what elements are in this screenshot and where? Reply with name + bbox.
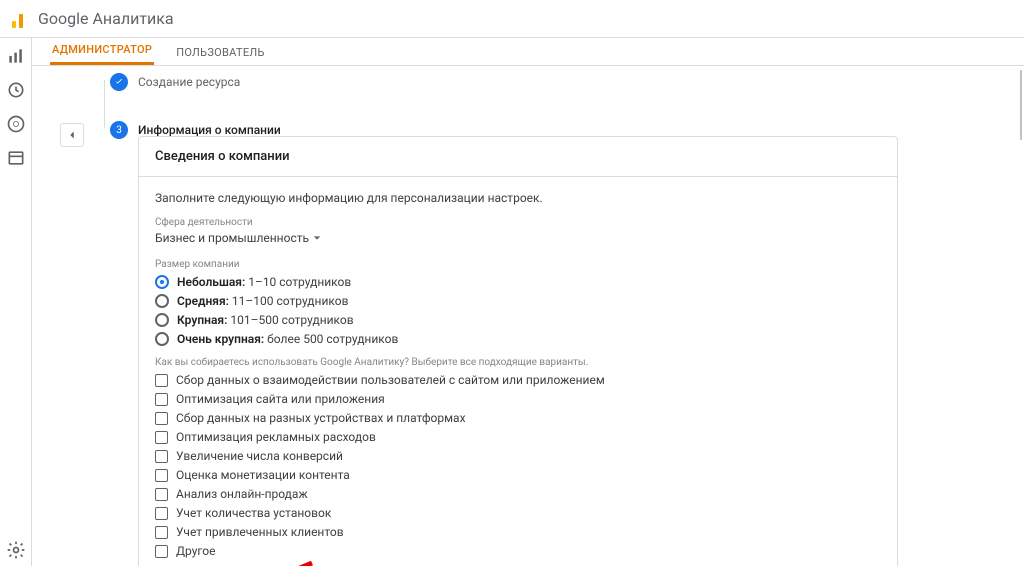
- arrow-left-icon: [65, 128, 79, 142]
- usage-label: Как вы собираетесь использовать Google А…: [155, 357, 881, 368]
- step-2-label: Создание ресурса: [138, 75, 240, 89]
- content-area: Создание ресурса 3 Информация о компании…: [32, 66, 1024, 566]
- left-rail: [0, 38, 32, 566]
- usage-option-0[interactable]: Сбор данных о взаимодействии пользовател…: [155, 372, 881, 388]
- checkbox-icon: [155, 393, 168, 406]
- realtime-icon[interactable]: [6, 80, 26, 100]
- step-2: Создание ресурса: [110, 72, 884, 92]
- tab-user[interactable]: ПОЛЬЗОВАТЕЛЬ: [174, 46, 266, 65]
- chevron-down-icon: [313, 234, 321, 242]
- usage-option-2[interactable]: Сбор данных на разных устройствах и плат…: [155, 410, 881, 426]
- radio-icon: [155, 332, 169, 346]
- checkbox-icon: [155, 545, 168, 558]
- size-option-2[interactable]: Крупная: 101–500 сотрудников: [155, 312, 881, 328]
- card-intro: Заполните следующую информацию для персо…: [155, 191, 881, 205]
- explore-icon[interactable]: [6, 114, 26, 134]
- usage-option-7[interactable]: Учет количества установок: [155, 505, 881, 521]
- app-title: Google Аналитика: [38, 9, 174, 28]
- usage-option-4[interactable]: Увеличение числа конверсий: [155, 448, 881, 464]
- usage-option-3[interactable]: Оптимизация рекламных расходов: [155, 429, 881, 445]
- industry-dropdown[interactable]: Бизнес и промышленность: [155, 231, 321, 245]
- analytics-logo-icon: [12, 10, 30, 28]
- usage-option-6[interactable]: Анализ онлайн-продаж: [155, 486, 881, 502]
- radio-icon: [155, 294, 169, 308]
- usage-group: Сбор данных о взаимодействии пользовател…: [155, 372, 881, 559]
- usage-option-1[interactable]: Оптимизация сайта или приложения: [155, 391, 881, 407]
- industry-value: Бизнес и промышленность: [155, 231, 309, 245]
- check-icon: [114, 77, 124, 87]
- card-title: Сведения о компании: [139, 137, 897, 177]
- step-3-number: 3: [110, 121, 128, 139]
- radio-icon: [155, 275, 169, 289]
- scrollbar[interactable]: [1020, 70, 1022, 140]
- checkbox-icon: [155, 450, 168, 463]
- size-option-0[interactable]: Небольшая: 1–10 сотрудников: [155, 274, 881, 290]
- checkbox-icon: [155, 507, 168, 520]
- checkbox-icon: [155, 431, 168, 444]
- usage-option-8[interactable]: Учет привлеченных клиентов: [155, 524, 881, 540]
- tab-administrator[interactable]: АДМИНИСТРАТОР: [50, 43, 154, 65]
- bar-chart-icon[interactable]: [6, 46, 26, 66]
- usage-option-9[interactable]: Другое: [155, 543, 881, 559]
- company-size-group: Небольшая: 1–10 сотрудников Средняя: 11–1…: [155, 274, 881, 347]
- size-option-1[interactable]: Средняя: 11–100 сотрудников: [155, 293, 881, 309]
- industry-label: Сфера деятельности: [155, 217, 881, 228]
- stepper-connector: [104, 80, 105, 128]
- step-3-label: Информация о компании: [138, 123, 281, 137]
- company-info-card: Сведения о компании Заполните следующую …: [138, 136, 898, 566]
- checkbox-icon: [155, 488, 168, 501]
- checkbox-icon: [155, 526, 168, 539]
- app-bar: Google Аналитика: [0, 0, 1024, 38]
- company-size-label: Размер компании: [155, 259, 881, 270]
- checkbox-icon: [155, 469, 168, 482]
- back-button[interactable]: [60, 123, 84, 147]
- checkbox-icon: [155, 412, 168, 425]
- size-option-3[interactable]: Очень крупная: более 500 сотрудников: [155, 331, 881, 347]
- library-icon[interactable]: [6, 148, 26, 168]
- usage-option-5[interactable]: Оценка монетизации контента: [155, 467, 881, 483]
- checkbox-icon: [155, 374, 168, 387]
- settings-gear-icon[interactable]: [6, 540, 26, 560]
- sub-tabs: АДМИНИСТРАТОР ПОЛЬЗОВАТЕЛЬ: [32, 38, 1024, 66]
- radio-icon: [155, 313, 169, 327]
